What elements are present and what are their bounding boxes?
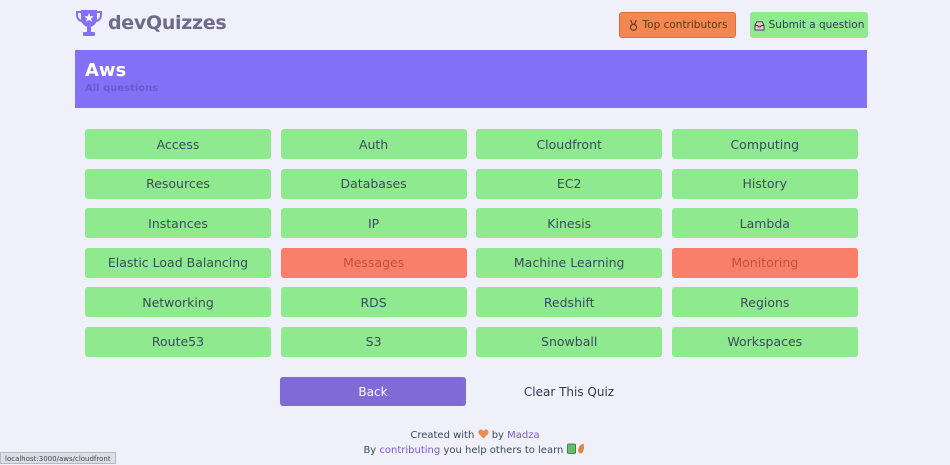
by-text: by (491, 430, 504, 441)
topic-tile[interactable]: Monitoring (671, 247, 858, 278)
submit-question-label: Submit a question (768, 19, 865, 31)
page-subtitle: All questions (85, 83, 159, 94)
topic-tile[interactable]: Access (85, 129, 271, 159)
logo[interactable]: devQuizzes (76, 8, 227, 38)
topic-tile[interactable]: Resources (85, 168, 271, 199)
topic-tile[interactable]: History (671, 168, 858, 199)
top-contributors-label: Top contributors (642, 19, 728, 31)
topic-tile[interactable]: Kinesis (476, 208, 663, 239)
app-title: devQuizzes (108, 12, 227, 34)
created-with-text: Created with (410, 430, 475, 441)
contributing-link[interactable]: contributing (379, 445, 440, 456)
topic-tile[interactable]: S3 (280, 326, 467, 357)
by-prefix-text: By (363, 445, 377, 456)
footer-contribute: By contributing you help others to learn (0, 443, 950, 458)
submit-question-button[interactable]: Submit a question (750, 12, 868, 38)
topic-tile[interactable]: Route53 (85, 326, 271, 357)
category-banner: Aws All questions (75, 50, 867, 108)
trophy-star-icon (76, 10, 102, 36)
back-button[interactable]: Back (280, 377, 466, 406)
books-sprout-icon (566, 443, 584, 454)
topic-tile[interactable]: Workspaces (671, 326, 858, 357)
medal-icon (629, 19, 637, 31)
author-link[interactable]: Madza (507, 430, 539, 441)
topic-tile[interactable]: Snowball (476, 326, 663, 357)
topic-tile[interactable]: Messages (280, 247, 467, 278)
topic-tile[interactable]: Elastic Load Balancing (85, 247, 271, 278)
top-contributors-button[interactable]: Top contributors (619, 12, 736, 38)
topic-tile[interactable]: Redshift (476, 287, 663, 318)
footer: Created with by Madza By contributing yo… (0, 428, 950, 458)
topic-tile[interactable]: Regions (671, 287, 858, 318)
heart-icon (477, 429, 489, 439)
page-title: Aws (85, 60, 127, 81)
status-bar-url: localhost:3000/aws/cloudfront (0, 452, 116, 464)
topic-grid: Access Auth Cloudfront Computing Resources Da… (85, 129, 858, 357)
topic-tile[interactable]: Networking (85, 287, 271, 318)
footer-credits: Created with by Madza (0, 428, 950, 443)
topic-tile[interactable]: Machine Learning (476, 247, 663, 278)
topic-tile[interactable]: Lambda (671, 208, 858, 239)
clear-quiz-button[interactable]: Clear This Quiz (476, 377, 662, 406)
topic-tile[interactable]: RDS (280, 287, 467, 318)
topic-tile[interactable]: Auth (280, 129, 467, 159)
help-text: you help others to learn (443, 445, 564, 456)
topic-tile[interactable]: IP (280, 208, 467, 239)
topic-tile[interactable]: Computing (671, 129, 858, 159)
header: devQuizzes Top contributors Submit a que… (0, 0, 950, 50)
inbox-icon (754, 20, 765, 31)
topic-tile[interactable]: Instances (85, 208, 271, 239)
topic-tile[interactable]: EC2 (476, 168, 663, 199)
topic-tile[interactable]: Databases (280, 168, 467, 199)
topic-tile[interactable]: Cloudfront (476, 129, 663, 159)
